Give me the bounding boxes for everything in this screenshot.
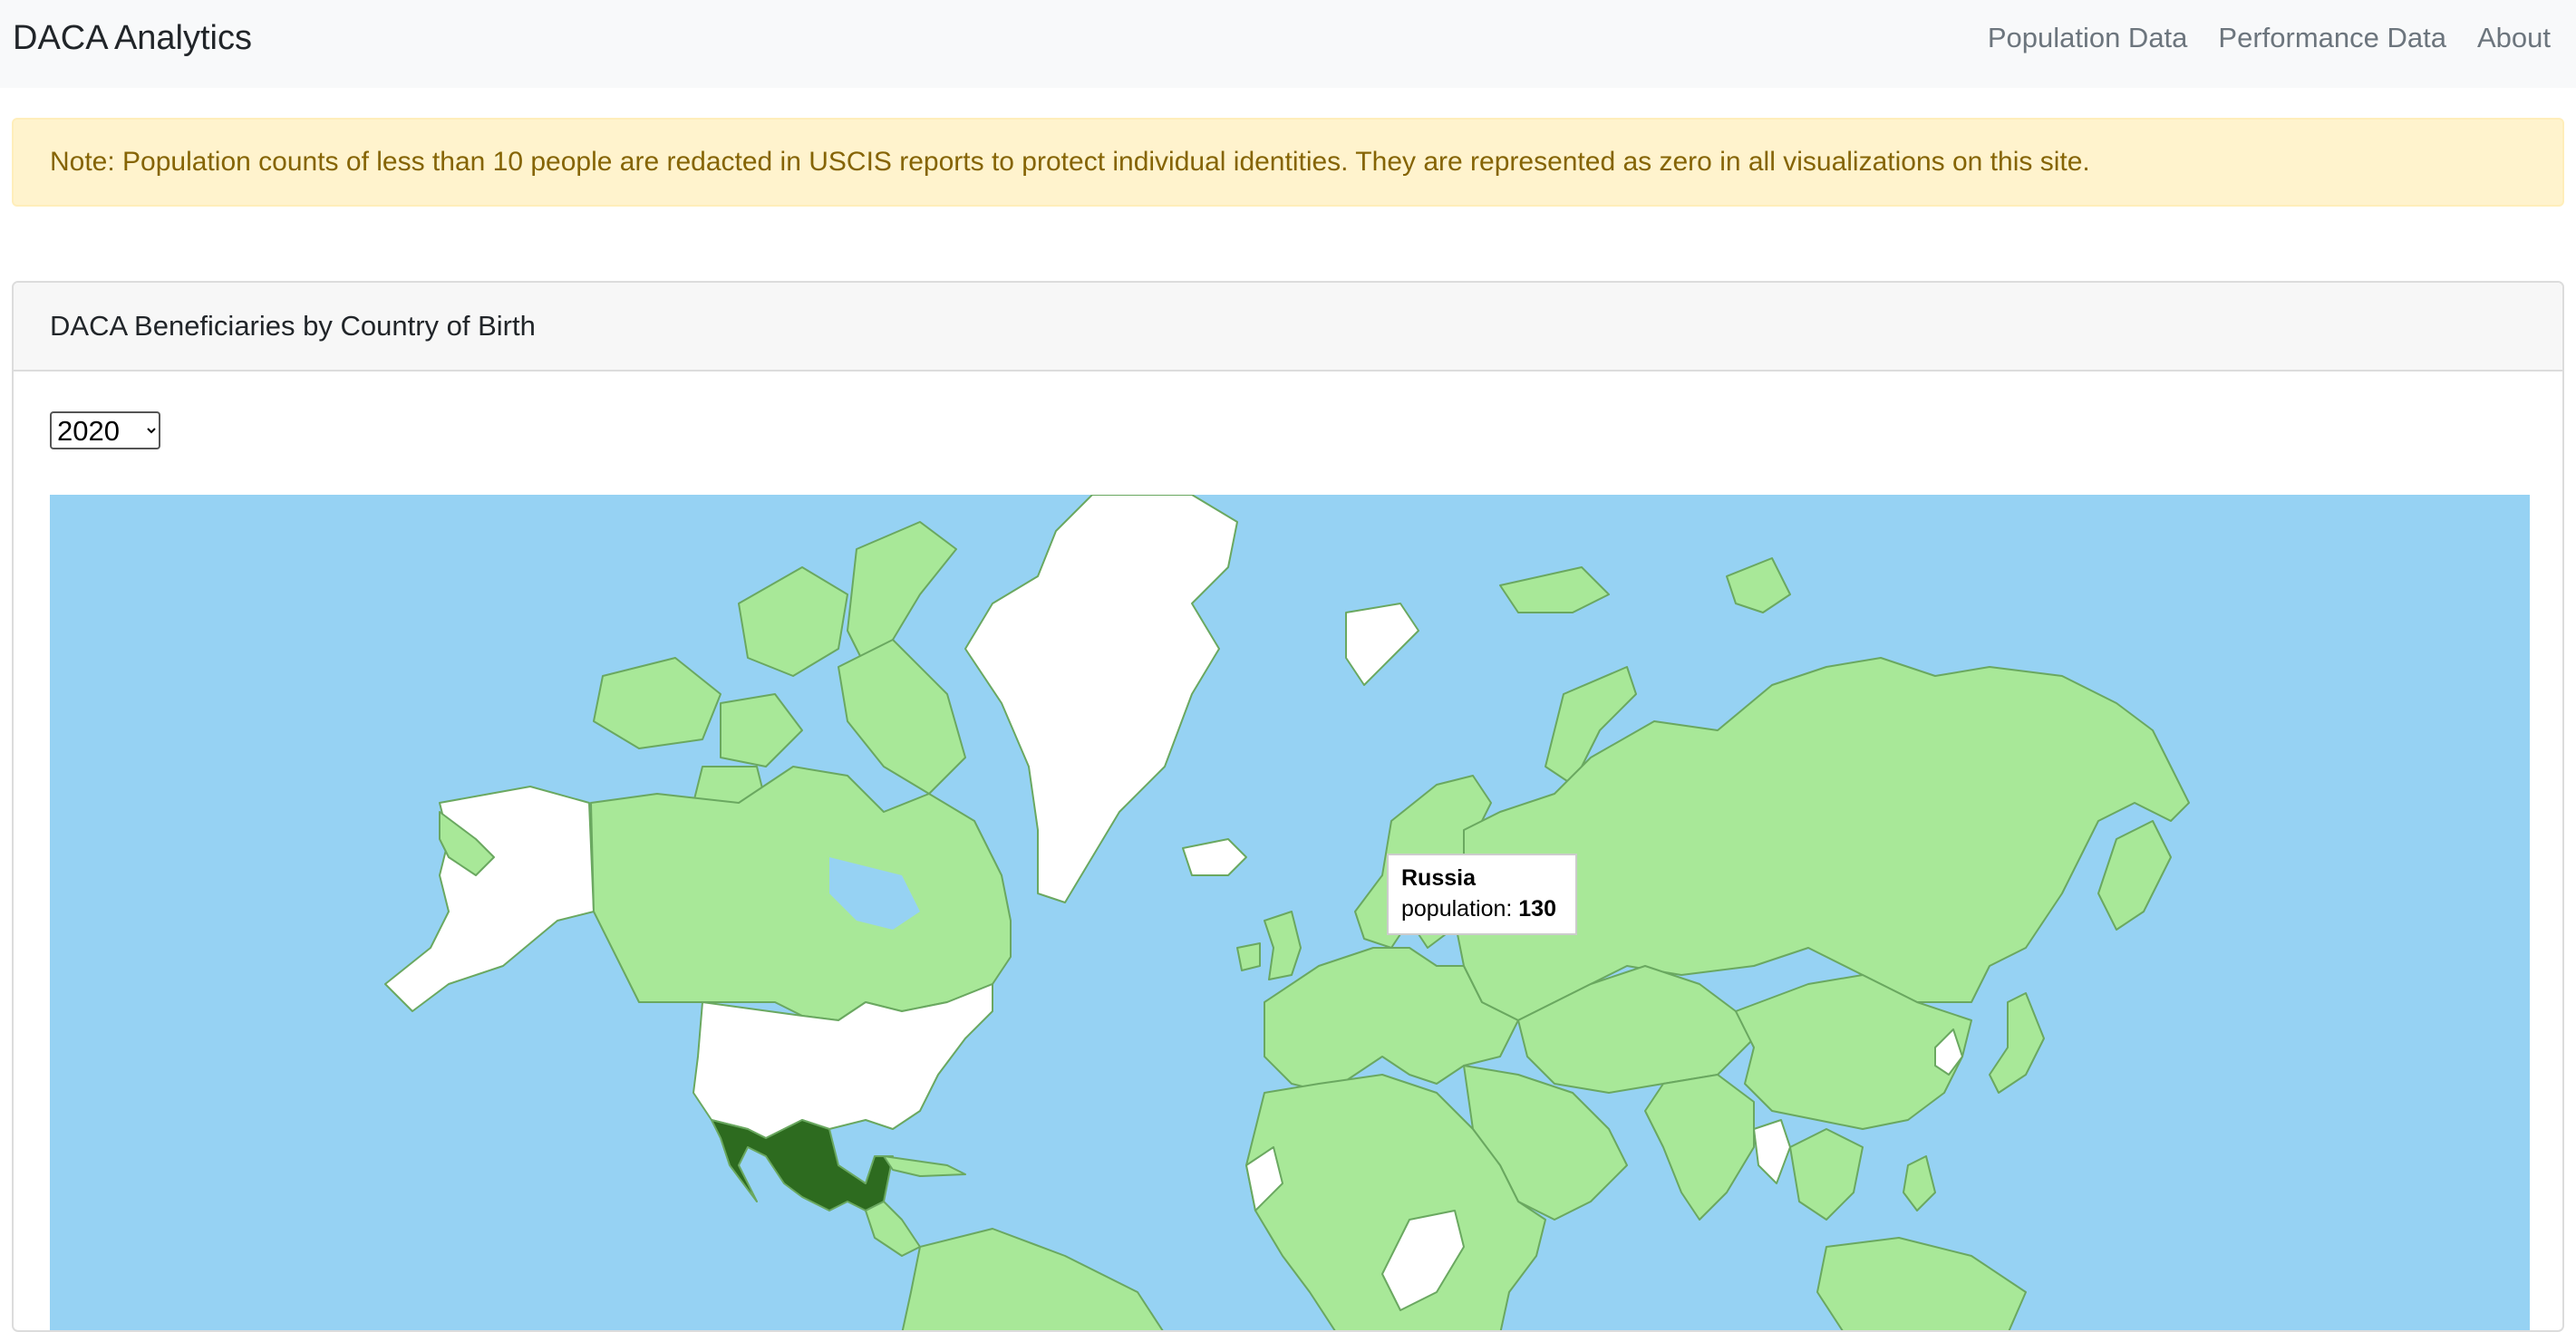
world-map[interactable]: [50, 495, 2530, 1332]
tooltip-country: Russia: [1401, 865, 1476, 891]
brand-logo[interactable]: DACA Analytics: [13, 18, 252, 58]
tooltip-population-line: population: 130: [1401, 893, 1563, 924]
map-tooltip: Russia population: 130: [1387, 854, 1577, 935]
year-select[interactable]: 2020: [50, 411, 160, 449]
nav-link-population-data[interactable]: Population Data: [1988, 18, 2188, 58]
country-canada[interactable]: [590, 766, 1012, 1021]
card-title: DACA Beneficiaries by Country of Birth: [14, 283, 2562, 372]
country-ireland[interactable]: [1236, 942, 1261, 971]
world-map-svg[interactable]: [50, 495, 2530, 1332]
nav-link-about[interactable]: About: [2477, 18, 2551, 58]
tooltip-label: population:: [1401, 896, 1513, 922]
redaction-note-alert: Note: Population counts of less than 10 …: [12, 118, 2564, 207]
alert-text: Note: Population counts of less than 10 …: [50, 147, 2090, 177]
nav-links: Population Data Performance Data About: [1988, 18, 2576, 58]
navbar: DACA Analytics Population Data Performan…: [0, 0, 2576, 88]
nav-link-performance-data[interactable]: Performance Data: [2218, 18, 2446, 58]
tooltip-value: 130: [1518, 896, 1556, 922]
card-title-text: DACA Beneficiaries by Country of Birth: [50, 310, 536, 342]
country-of-birth-card: DACA Beneficiaries by Country of Birth 2…: [12, 281, 2564, 1332]
